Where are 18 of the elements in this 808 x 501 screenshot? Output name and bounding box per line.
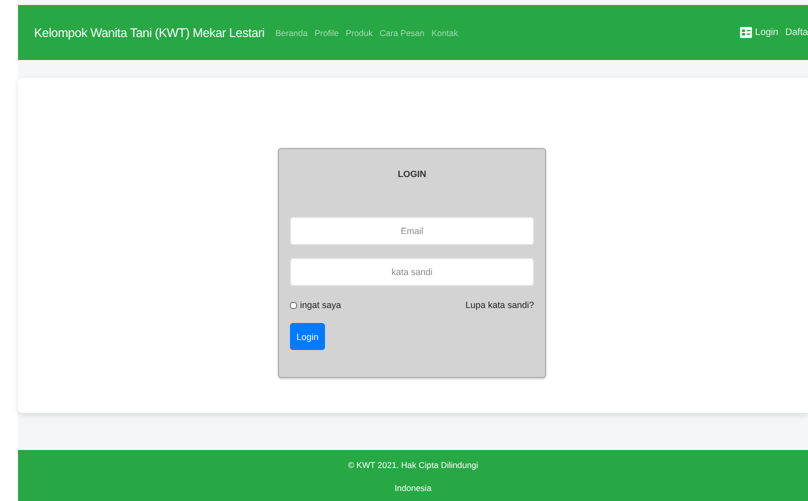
id-card-icon bbox=[740, 27, 752, 38]
email-field[interactable]: Email bbox=[290, 217, 534, 245]
nav-link[interactable]: Login bbox=[755, 27, 778, 38]
brand-link[interactable]: Kelompok Wanita Tani (KWT) Mekar Lestari bbox=[34, 26, 264, 40]
nav-link[interactable]: Produk bbox=[346, 28, 373, 38]
remember-checkbox[interactable] bbox=[290, 302, 297, 308]
forgot-password-link[interactable]: Lupa kata sandi? bbox=[465, 300, 534, 310]
footer-text: © KWT 2021. Hak Cipta Dilindungi bbox=[346, 460, 480, 470]
remember-label: ingat saya bbox=[300, 300, 342, 310]
nav-link[interactable]: Kontak bbox=[432, 28, 458, 38]
nav-link[interactable]: Dafta bbox=[785, 27, 808, 38]
login-button[interactable]: Login bbox=[290, 323, 325, 350]
footer-text: Indonesia bbox=[394, 483, 432, 493]
login-title: LOGIN bbox=[396, 169, 428, 179]
password-field[interactable]: kata sandi bbox=[290, 258, 534, 286]
nav-link[interactable]: Profile bbox=[314, 28, 339, 38]
nav-link[interactable]: Cara Pesan bbox=[380, 28, 425, 38]
nav-link[interactable]: Beranda bbox=[275, 28, 308, 38]
